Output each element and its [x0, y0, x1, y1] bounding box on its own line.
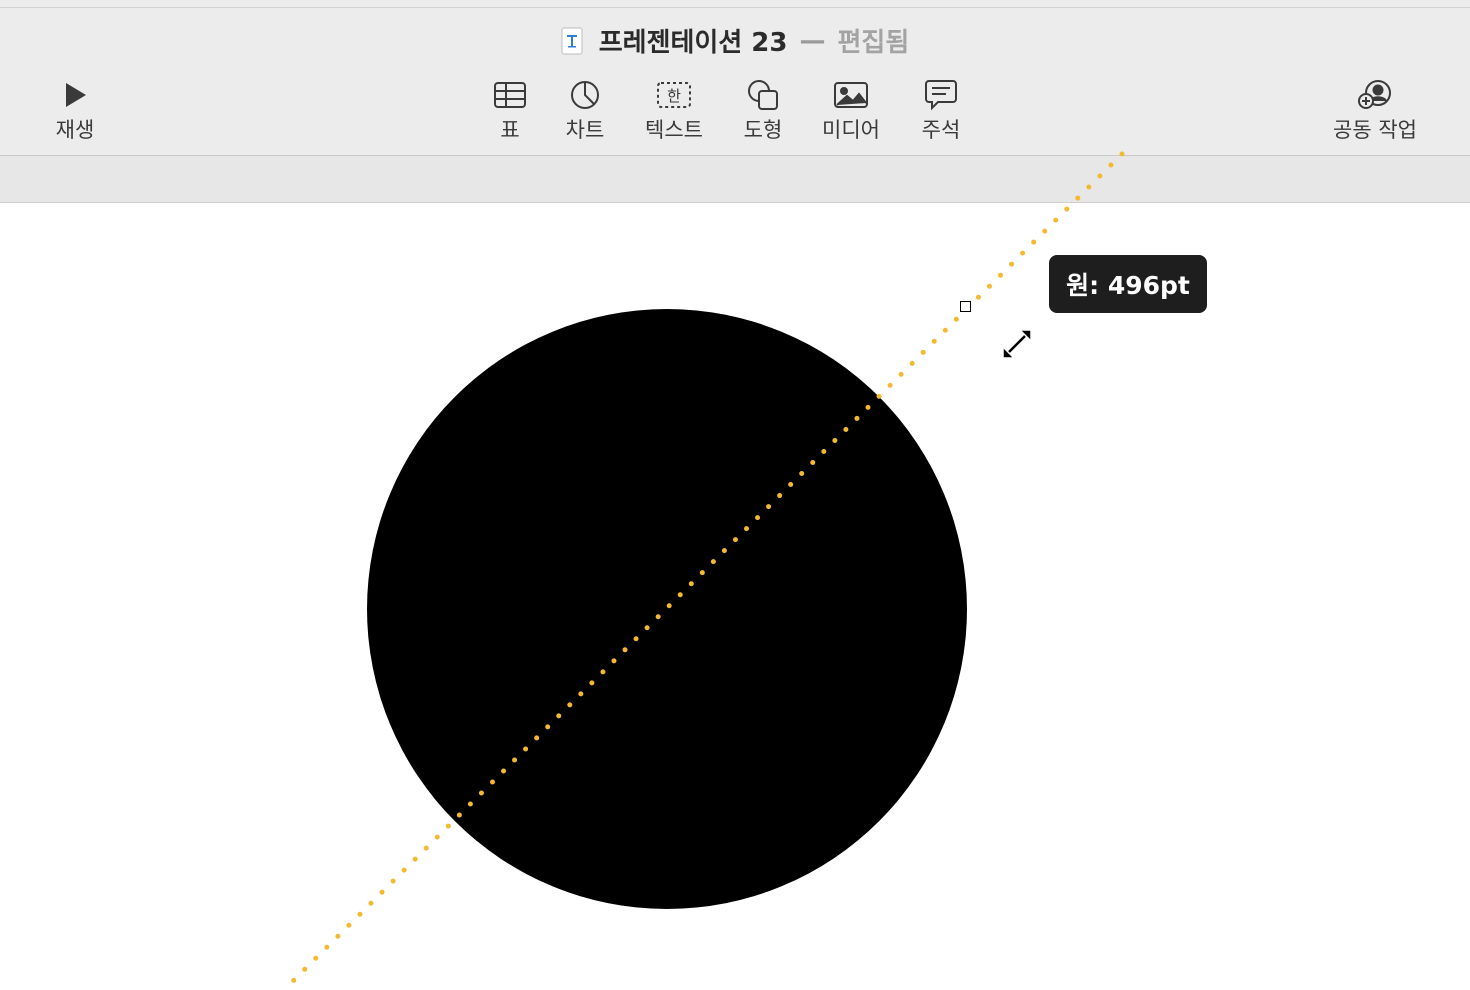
text-button[interactable]: 한 텍스트: [645, 78, 703, 142]
text-label: 텍스트: [645, 118, 703, 142]
document-name: 프레젠테이션 23: [598, 28, 788, 58]
play-label: 재생: [55, 118, 95, 142]
resize-cursor-icon: [1002, 329, 1032, 359]
play-icon: [55, 78, 95, 112]
play-button[interactable]: 재생: [55, 78, 95, 142]
media-icon: [831, 78, 871, 112]
edit-status: 편집됨: [837, 28, 910, 58]
chart-button[interactable]: 차트: [565, 78, 605, 142]
collaborate-label: 공동 작업: [1333, 118, 1417, 142]
shape-button[interactable]: 도형: [743, 78, 783, 142]
keynote-document-icon: [561, 27, 583, 54]
table-label: 표: [500, 118, 520, 142]
collaborate-icon: [1355, 78, 1395, 112]
media-button[interactable]: 미디어: [822, 78, 880, 142]
toolbar: 프레젠테이션 23 — 편집됨 재생 표 차트 한 텍스트 도형 미디어 주석 …: [0, 8, 1470, 156]
comment-label: 주석: [921, 118, 961, 142]
collaborate-button[interactable]: 공동 작업: [1333, 78, 1417, 142]
chart-icon: [565, 78, 605, 112]
window-top-edge: [0, 0, 1470, 8]
window-title: 프레젠테이션 23 — 편집됨: [0, 22, 1470, 59]
media-label: 미디어: [822, 118, 880, 142]
comment-icon: [921, 78, 961, 112]
table-icon: [490, 78, 530, 112]
table-button[interactable]: 표: [490, 78, 530, 142]
comment-button[interactable]: 주석: [921, 78, 961, 142]
size-tooltip: 원: 496pt: [1049, 255, 1207, 313]
shape-icon: [743, 78, 783, 112]
chart-label: 차트: [565, 118, 605, 142]
title-separator: —: [799, 25, 826, 56]
text-box-icon: 한: [654, 78, 694, 112]
shape-label: 도형: [743, 118, 783, 142]
format-bar-strip: [0, 156, 1470, 203]
slide-canvas[interactable]: [0, 203, 1470, 990]
text-box-glyph: 한: [667, 86, 681, 105]
selection-handle[interactable]: [960, 301, 971, 312]
